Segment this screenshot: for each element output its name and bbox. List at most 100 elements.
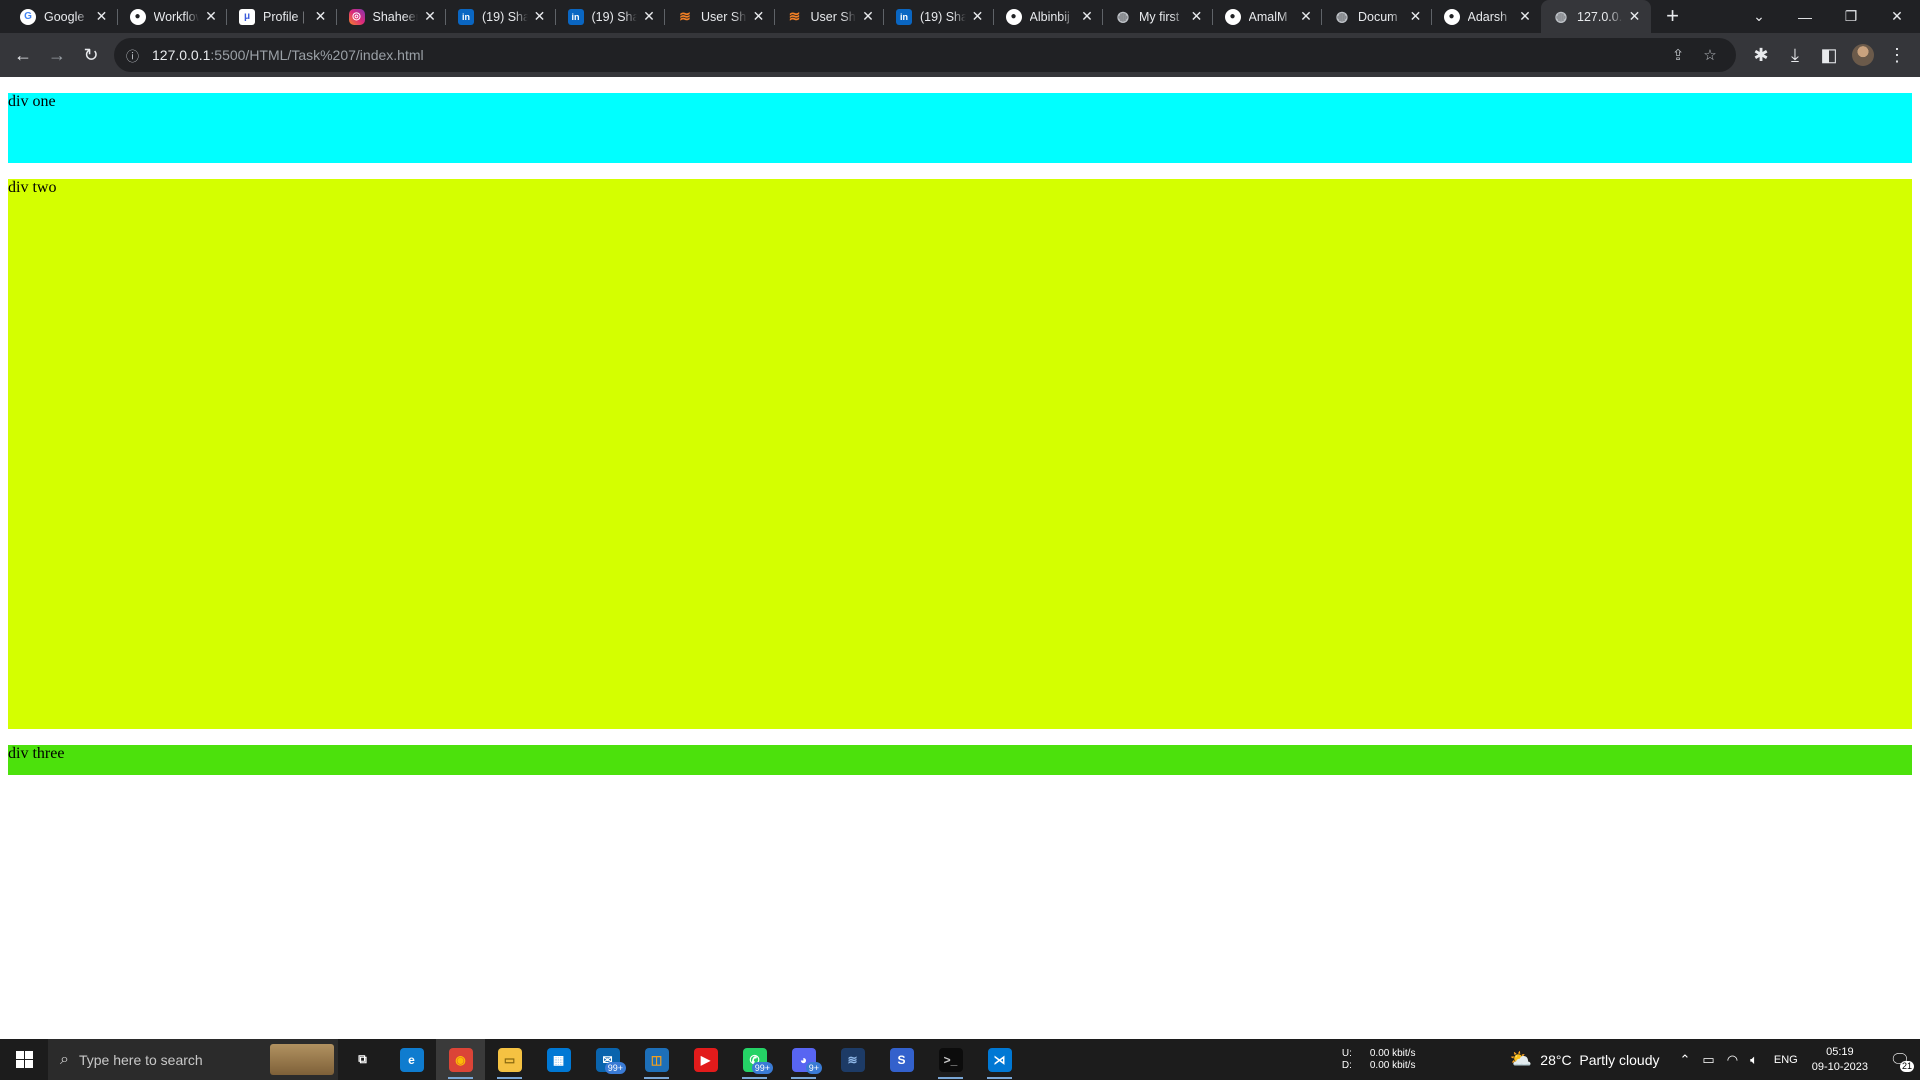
tab-title: (19) Sha [482, 9, 528, 24]
tab-title: User Sh [810, 9, 856, 24]
tab-strip: GGoogle✕●Workflow✕μProfile |✕◎Shaheer✕in… [0, 0, 1920, 33]
close-icon[interactable]: ✕ [532, 8, 548, 25]
weather-widget[interactable]: ⛅ 28°C Partly cloudy [1510, 1049, 1660, 1070]
taskbar-app[interactable]: ✆ 99+ [730, 1039, 779, 1080]
close-icon[interactable]: ✕ [1298, 8, 1314, 25]
div-three-text: div three [8, 745, 65, 762]
close-icon[interactable]: ✕ [751, 8, 767, 25]
restore-button[interactable]: ❐ [1828, 0, 1874, 33]
close-icon[interactable]: ✕ [1627, 8, 1643, 25]
clock-time: 05:19 [1826, 1045, 1854, 1058]
share-icon[interactable]: ⇪ [1662, 39, 1694, 71]
close-window-button[interactable]: ✕ [1874, 0, 1920, 33]
browser-tab[interactable]: G Google ✕ [8, 0, 118, 33]
close-icon[interactable]: ✕ [422, 8, 438, 25]
stack-icon: ≋ [788, 8, 801, 24]
browser-tab[interactable]: ● Adarsh ✕ [1432, 0, 1542, 33]
taskbar-app[interactable]: ✉ 99+ [583, 1039, 632, 1080]
avatar [1852, 44, 1874, 66]
tab-title: (19) Sha [591, 9, 638, 24]
extensions-icon[interactable]: ✱ [1744, 38, 1778, 72]
taskbar-search[interactable]: ⌕ Type here to search [48, 1039, 338, 1080]
close-icon[interactable]: ✕ [860, 8, 876, 25]
clock-date: 09-10-2023 [1811, 1060, 1868, 1073]
browser-tab[interactable]: in (19) Sha ✕ [884, 0, 994, 33]
close-icon[interactable]: ✕ [970, 8, 986, 25]
language-indicator[interactable]: ENG [1774, 1054, 1798, 1066]
chevron-up-icon[interactable]: ⌃ [1680, 1052, 1691, 1068]
taskbar-app[interactable]: >_ [926, 1039, 975, 1080]
reload-button[interactable]: ↻ [74, 38, 108, 72]
taskbar-apps: ⧉ e ◉ ▭ ▦ ✉ 99+ ◫ ▶ ✆ 99+ ◕ 9+ ≋ S >_ ⋊ [338, 1039, 1024, 1080]
browser-tab[interactable]: ● Workflow✕ [118, 0, 228, 33]
net-up-value: 0.00 kbit/s [1369, 1047, 1416, 1059]
minimize-button[interactable]: — [1782, 0, 1828, 33]
tab-title: Docum [1358, 9, 1398, 24]
browser-tab[interactable]: ◎ Shaheer ✕ [337, 0, 447, 33]
tab-search-button[interactable]: ⌄ [1736, 0, 1782, 33]
github-icon: ● [1224, 8, 1241, 25]
search-highlight-image [270, 1044, 334, 1075]
wifi-icon[interactable]: ◠ [1727, 1052, 1738, 1068]
close-icon[interactable]: ✕ [313, 8, 329, 25]
close-icon[interactable]: ✕ [641, 8, 657, 25]
tab-title: Workflow [153, 9, 200, 24]
start-button[interactable] [0, 1039, 48, 1080]
new-tab-button[interactable]: + [1659, 2, 1687, 30]
div-three: div three [8, 745, 1912, 775]
browser-tab[interactable]: ≋ User Sh ✕ [775, 0, 885, 33]
close-icon[interactable]: ✕ [1079, 8, 1095, 25]
browser-tab[interactable]: ◍ My first ✕ [1103, 0, 1213, 33]
taskbar-app[interactable]: ◫ [632, 1039, 681, 1080]
downloads-icon[interactable]: ⤓ [1778, 38, 1812, 72]
edge-icon: e [399, 1047, 424, 1072]
div-two-text: div two [8, 179, 57, 196]
menu-kebab-icon[interactable]: ⋮ [1880, 38, 1914, 72]
browser-tab[interactable]: ◍ 127.0.0. ✕ [1541, 0, 1651, 33]
volume-icon[interactable]: 🔈︎ [1750, 1052, 1758, 1068]
address-bar[interactable]: ⓘ 127.0.0.1:5500/HTML/Task%207/index.htm… [114, 38, 1736, 72]
taskbar-app[interactable]: ⋊ [975, 1039, 1024, 1080]
battery-icon[interactable]: ▭ [1702, 1052, 1714, 1068]
notification-center-button[interactable]: 🗨︎ 21 [1880, 1039, 1920, 1080]
weather-temp: 28°C [1540, 1051, 1572, 1068]
div-one-text: div one [8, 93, 56, 110]
taskbar-app[interactable]: S [877, 1039, 926, 1080]
profile-avatar[interactable] [1846, 38, 1880, 72]
browser-tab[interactable]: in (19) Sha ✕ [556, 0, 666, 33]
taskbar-app[interactable]: ◕ 9+ [779, 1039, 828, 1080]
close-icon[interactable]: ✕ [203, 8, 219, 25]
back-button[interactable]: ← [6, 38, 40, 72]
side-panel-icon[interactable]: ◧ [1812, 38, 1846, 72]
taskbar-app[interactable]: ▦ [534, 1039, 583, 1080]
browser-tab[interactable]: ≋ User Sh ✕ [665, 0, 775, 33]
close-icon[interactable]: ✕ [1517, 8, 1533, 25]
app-badge: 99+ [751, 1062, 773, 1074]
taskbar-app[interactable]: ≋ [828, 1039, 877, 1080]
tab-title: (19) Sha [920, 9, 966, 24]
page-viewport: div one div two div three [0, 77, 1920, 1039]
browser-tab[interactable]: μ Profile | ✕ [227, 0, 337, 33]
taskbar-app[interactable]: ▶ [681, 1039, 730, 1080]
taskbar-app[interactable]: ⧉ [338, 1039, 387, 1080]
close-icon[interactable]: ✕ [94, 8, 110, 25]
site-info-icon[interactable]: ⓘ [126, 46, 146, 65]
tab-title: AmalM [1248, 9, 1288, 24]
browser-tab[interactable]: ● Albinbij ✕ [994, 0, 1104, 33]
taskbar-app[interactable]: e [387, 1039, 436, 1080]
clock[interactable]: 05:19 09-10-2023 [1812, 1045, 1868, 1075]
tab-title: User Sh [701, 9, 747, 24]
bookmark-star-icon[interactable]: ☆ [1694, 39, 1726, 71]
file-explorer-icon: ▭ [497, 1047, 522, 1072]
forward-button[interactable]: → [40, 38, 74, 72]
browser-tab[interactable]: ◍ Docum ✕ [1322, 0, 1432, 33]
address-url[interactable]: 127.0.0.1:5500/HTML/Task%207/index.html [152, 47, 1662, 63]
taskbar-app[interactable]: ▭ [485, 1039, 534, 1080]
browser-tab[interactable]: ● AmalM ✕ [1213, 0, 1323, 33]
close-icon[interactable]: ✕ [1408, 8, 1424, 25]
browser-tab[interactable]: in (19) Sha ✕ [446, 0, 556, 33]
taskbar-app[interactable]: ◉ [436, 1039, 485, 1080]
app-badge: 9+ [805, 1062, 822, 1074]
simplenote-icon: S [889, 1047, 914, 1072]
close-icon[interactable]: ✕ [1189, 8, 1205, 25]
